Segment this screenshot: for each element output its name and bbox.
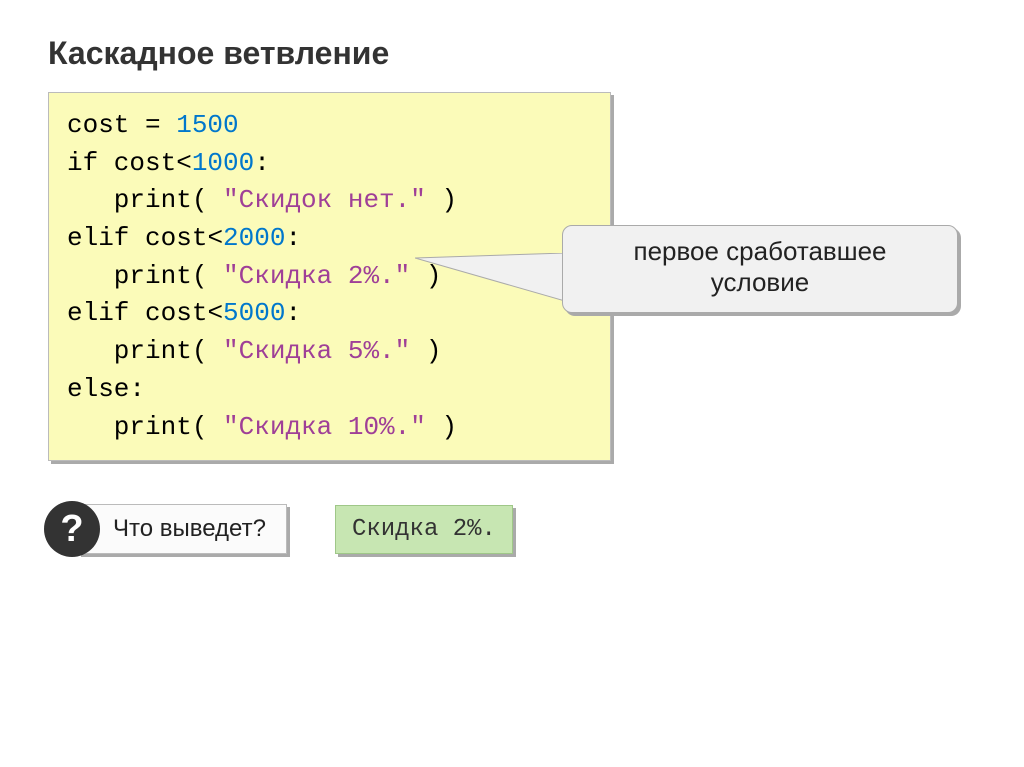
code-number: 1500 [176,110,238,140]
code-text: print( [67,185,223,215]
code-text: elif cost [67,223,207,253]
callout-line-2: условие [579,267,941,298]
code-op: < [207,298,223,328]
answer-box: Скидка 2%. [335,505,513,554]
code-line-5: print( "Скидка 2%." ) [67,258,592,296]
code-string: "Скидка 5%." [223,336,410,366]
code-line-9: print( "Скидка 10%." ) [67,409,592,447]
code-string: "Скидка 2%." [223,261,410,291]
code-text: cost = [67,110,176,140]
code-text: ) [410,336,441,366]
code-op: < [176,148,192,178]
question-row: ? Что выведет? Скидка 2%. [48,501,976,557]
question-label: Что выведет? [78,504,287,554]
code-number: 2000 [223,223,285,253]
code-number: 1000 [192,148,254,178]
code-op: < [207,223,223,253]
code-text: : [254,148,270,178]
code-text: ) [426,412,457,442]
question-mark-icon: ? [44,501,100,557]
code-string: "Скидка 10%." [223,412,426,442]
code-text: print( [67,412,223,442]
code-text: : [285,298,301,328]
code-line-6: elif cost<5000: [67,295,592,333]
code-line-2: if cost<1000: [67,145,592,183]
callout-box: первое сработавшее условие [562,225,958,313]
code-line-8: else: [67,371,592,409]
slide-title: Каскадное ветвление [48,35,976,72]
code-text: elif cost [67,298,207,328]
callout-line-1: первое сработавшее [579,236,941,267]
code-text: print( [67,261,223,291]
code-line-3: print( "Скидок нет." ) [67,182,592,220]
code-line-7: print( "Скидка 5%." ) [67,333,592,371]
code-number: 5000 [223,298,285,328]
code-line-1: cost = 1500 [67,107,592,145]
code-text: ) [426,185,457,215]
code-text: ) [410,261,441,291]
code-string: "Скидок нет." [223,185,426,215]
code-block: cost = 1500 if cost<1000: print( "Скидок… [48,92,611,461]
code-text: else: [67,374,145,404]
code-text: : [285,223,301,253]
code-text: if cost [67,148,176,178]
code-line-4: elif cost<2000: [67,220,592,258]
code-text: print( [67,336,223,366]
